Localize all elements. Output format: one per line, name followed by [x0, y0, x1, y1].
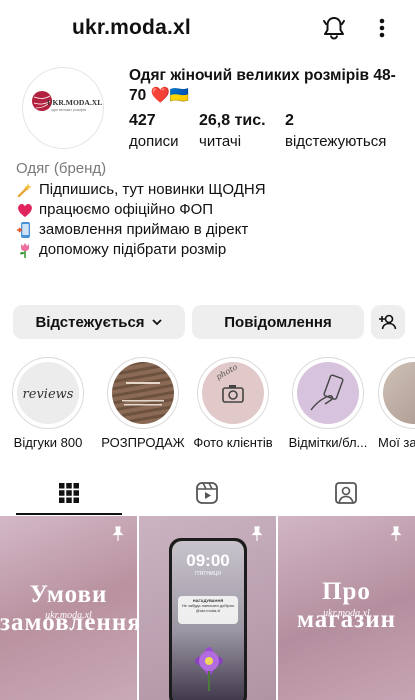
profile-username[interactable]: ukr.moda.xl — [72, 16, 191, 40]
following-count-value: 2 — [285, 112, 294, 129]
highlight-my-orders[interactable]: Мої за — [378, 357, 415, 450]
highlight-cover — [383, 362, 415, 424]
highlight-ring: reviews — [12, 357, 84, 429]
highlight-reviews[interactable]: reviews Відгуки 800 — [6, 357, 90, 450]
chevron-down-icon — [151, 319, 162, 326]
posts-count[interactable]: 427 дописи — [129, 111, 178, 152]
highlight-cover-text: photo — [215, 362, 240, 381]
bio-text: допоможу підібрати розмір — [39, 241, 227, 258]
tab-reels[interactable] — [138, 470, 276, 515]
following-button[interactable]: Відстежується — [13, 305, 185, 339]
tulip-emoji-icon — [20, 243, 29, 258]
notification-text: Не забудь написати добірно @ukr.moda.xl — [181, 603, 235, 613]
phone-mockup: 09:00 П'ЯТНИЦЯ НАГАДУВАННЯ Не забудь нап… — [169, 538, 247, 700]
flower-image — [195, 647, 223, 691]
brand-logo: UKR.MODA.XL одяг великих розмірів — [32, 91, 102, 112]
camera-icon: photo — [215, 362, 244, 403]
phone-notification: НАГАДУВАННЯ Не забудь написати добірно @… — [178, 596, 238, 624]
phone-date: П'ЯТНИЦЯ — [195, 571, 221, 577]
highlight-ring: photo — [197, 357, 269, 429]
highlight-label: Фото клієнтів — [193, 435, 273, 450]
pin-icon — [251, 526, 263, 541]
add-person-icon — [379, 314, 397, 330]
highlight-cover: photo — [202, 362, 264, 424]
posts-count-label: дописи — [129, 133, 179, 150]
highlight-label: Відгуки 800 — [13, 435, 83, 450]
bio-text: Підпишись, тут новинки ЩОДНЯ — [39, 181, 266, 198]
highlight-cover — [297, 362, 359, 424]
following-count[interactable]: 2 відстежуються — [285, 111, 386, 152]
tagged-icon — [335, 481, 357, 504]
bio-line: Підпишись, тут новинки ЩОДНЯ — [16, 180, 266, 200]
pin-icon — [390, 526, 402, 541]
top-bar: ukr.moda.xl — [0, 0, 415, 56]
reels-icon — [196, 481, 218, 504]
bio-line: працюємо офіційно ФОП — [16, 200, 266, 220]
highlight-cover — [112, 362, 174, 424]
post-tile[interactable]: 09:00 П'ЯТНИЦЯ НАГАДУВАННЯ Не забудь нап… — [139, 516, 276, 700]
followers-count[interactable]: 26,8 тис. читачі — [199, 111, 266, 152]
followers-count-label: читачі — [199, 133, 242, 150]
phone-time: 09:00 — [186, 551, 230, 570]
post-subtitle: ukr.moda.xl — [45, 610, 92, 621]
post-tile[interactable]: Умови замовлення ukr.moda.xl — [0, 516, 137, 700]
tab-posts-grid[interactable] — [0, 470, 138, 515]
more-options-icon[interactable] — [370, 14, 394, 42]
highlight-client-photos[interactable]: photo Фото клієнтів — [191, 357, 275, 450]
grid-icon — [59, 482, 79, 503]
posts-count-value: 427 — [129, 112, 156, 129]
sparkle-emoji-icon — [17, 183, 32, 198]
post-tile[interactable]: Про магазин ukr.moda.xl — [278, 516, 415, 700]
post-title: Умови замовлення — [0, 581, 137, 636]
highlight-mentions[interactable]: Відмітки/бл... — [286, 357, 370, 450]
logo-subtext: одяг великих розмірів — [51, 108, 86, 112]
phone-emoji-icon — [17, 222, 30, 238]
profile-avatar[interactable]: UKR.MODA.XL одяг великих розмірів — [22, 67, 104, 149]
profile-category: Одяг (бренд) — [16, 160, 107, 177]
hand-phone-icon — [310, 374, 344, 411]
message-button[interactable]: Повідомлення — [192, 305, 364, 339]
highlight-ring — [107, 357, 179, 429]
phone-screen: 09:00 П'ЯТНИЦЯ НАГАДУВАННЯ Не забудь нап… — [172, 541, 244, 700]
suggested-users-button[interactable] — [371, 305, 405, 339]
highlight-label: Відмітки/бл... — [288, 435, 368, 450]
profile-bio: Підпишись, тут новинки ЩОДНЯ працюємо оф… — [16, 180, 266, 260]
highlight-ring — [292, 357, 364, 429]
followers-count-value: 26,8 тис. — [199, 112, 266, 129]
highlight-label: РОЗПРОДАЖ — [101, 435, 185, 450]
following-count-label: відстежуються — [285, 133, 387, 150]
post-subtitle: ukr.moda.xl — [323, 608, 370, 619]
bio-line: замовлення приймаю в дірект — [16, 220, 266, 240]
profile-full-name: Одяг жіночий великих розмірів 48-70 ❤️🇺🇦 — [129, 67, 396, 104]
highlight-label: Мої за — [378, 435, 415, 450]
logo-text: UKR.MODA.XL — [47, 98, 102, 107]
bio-text: працюємо офіційно ФОП — [39, 201, 214, 218]
following-button-label: Відстежується — [35, 313, 145, 331]
notification-bell-icon[interactable] — [320, 14, 348, 42]
highlight-cover-text: reviews — [23, 387, 74, 402]
post-title: Про магазин — [296, 578, 397, 633]
pin-icon — [112, 526, 124, 541]
bio-line: допоможу підібрати розмір — [16, 240, 266, 260]
bio-text: замовлення приймаю в дірект — [39, 221, 249, 238]
highlight-ring — [378, 357, 415, 429]
posts-grid: Умови замовлення ukr.moda.xl 09:00 П'ЯТН… — [0, 516, 415, 700]
highlight-cover: reviews — [17, 362, 79, 424]
tab-tagged[interactable] — [277, 470, 415, 515]
heart-emoji-icon — [18, 204, 32, 217]
message-button-label: Повідомлення — [224, 313, 332, 331]
highlight-sale[interactable]: РОЗПРОДАЖ — [101, 357, 185, 450]
profile-tabs — [0, 470, 415, 515]
